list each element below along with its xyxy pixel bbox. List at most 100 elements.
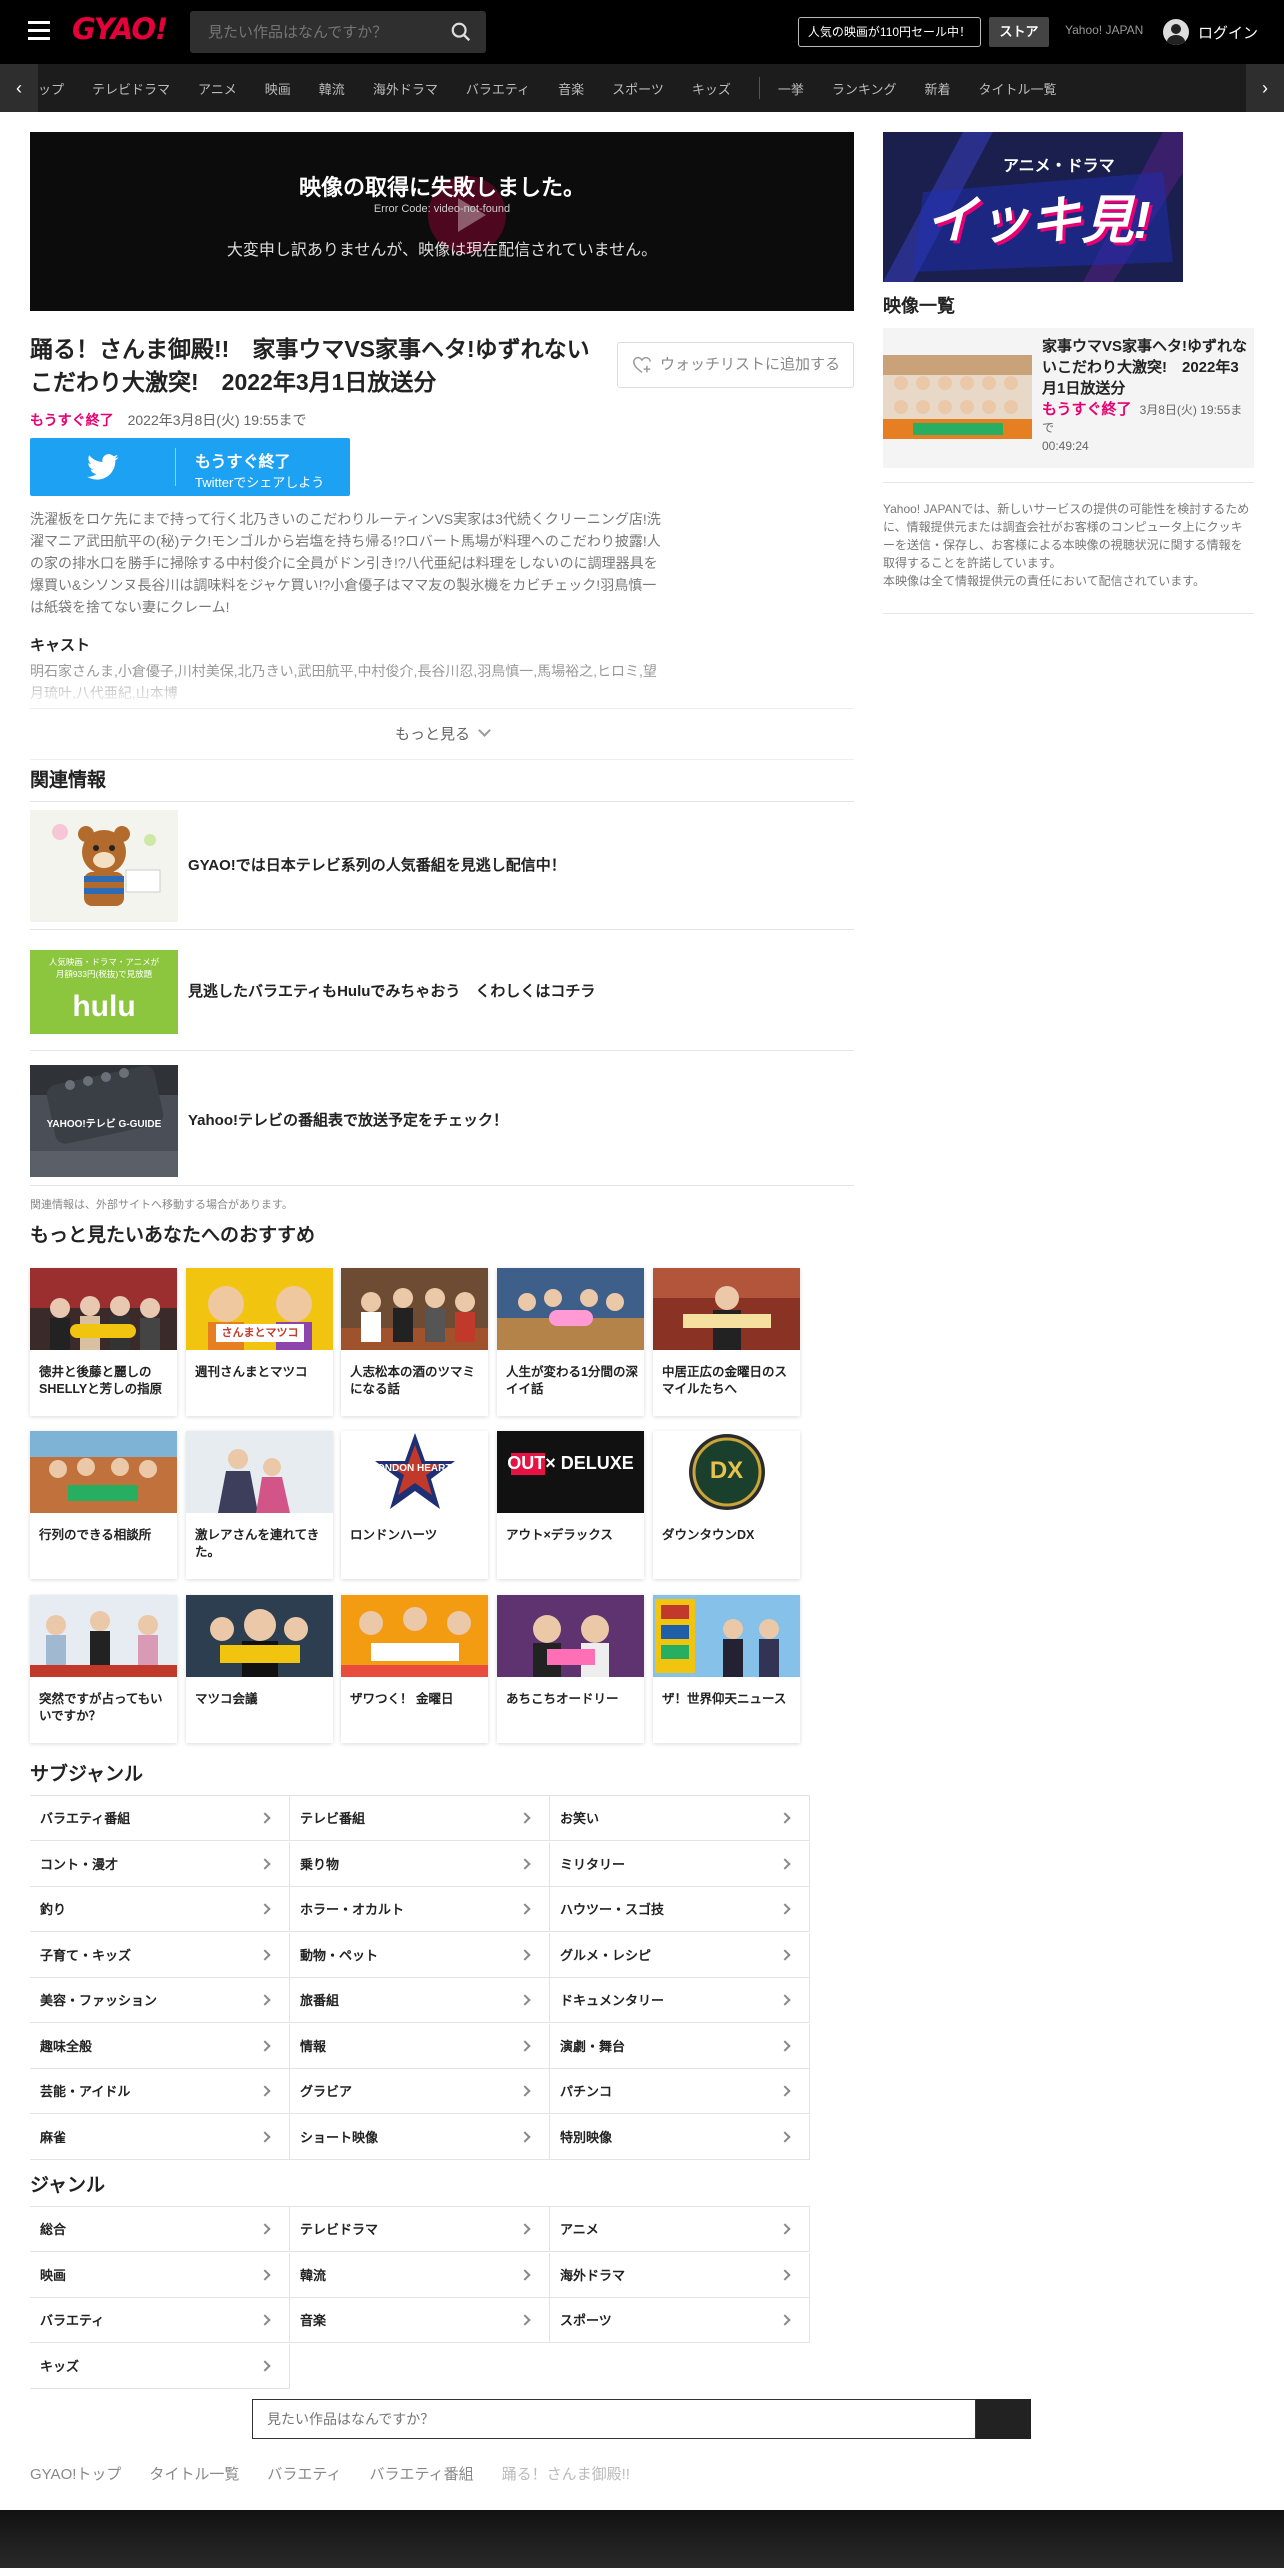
nav-item-korean[interactable]: 韓流: [319, 79, 345, 98]
nav-item-overseas-drama[interactable]: 海外ドラマ: [373, 79, 438, 98]
episode-availability: もうすぐ終了 2022年3月8日(火) 19:55まで: [30, 410, 307, 430]
related-item-yahoo-tv[interactable]: YAHOO!テレビ G-GUIDE Yahoo!テレビの番組表で放送予定をチェッ…: [30, 1065, 854, 1177]
subgenre-item[interactable]: テレビ番組: [290, 1796, 550, 1841]
nav-item-sports[interactable]: スポーツ: [612, 79, 664, 98]
nav-item-new[interactable]: 新着: [924, 79, 950, 98]
genre-item[interactable]: テレビドラマ: [290, 2207, 550, 2252]
nav-right-arrow[interactable]: ›: [1246, 64, 1284, 112]
search-icon[interactable]: [450, 21, 472, 43]
genre-item[interactable]: アニメ: [550, 2207, 810, 2252]
menu-icon[interactable]: [28, 21, 50, 41]
recommend-card[interactable]: 徳井と後藤と麗しのSHELLYと芳しの指原: [30, 1268, 177, 1416]
recommend-card[interactable]: 激レアさんを連れてきた。: [186, 1431, 333, 1579]
subgenre-item[interactable]: ショート映像: [290, 2114, 550, 2160]
related-divider: [30, 1185, 854, 1186]
genre-item[interactable]: 映画: [30, 2252, 290, 2298]
recommend-card[interactable]: さんまとマツコ 週刊さんまとマツコ: [186, 1268, 333, 1416]
subgenre-item[interactable]: 乗り物: [290, 1841, 550, 1887]
yahoo-japan-link[interactable]: Yahoo! JAPAN: [1065, 23, 1143, 37]
nav-item-music[interactable]: 音楽: [558, 79, 584, 98]
gyao-logo[interactable]: GYAO!: [72, 12, 168, 46]
genre-item[interactable]: バラエティ: [30, 2298, 290, 2343]
subgenre-item[interactable]: 動物・ペット: [290, 1932, 550, 1978]
show-more-button[interactable]: もっと見る: [30, 708, 854, 760]
breadcrumb-item[interactable]: バラエティ番組: [370, 2463, 474, 2484]
breadcrumb-item[interactable]: タイトル一覧: [149, 2463, 239, 2484]
nav-item-kids[interactable]: キッズ: [692, 79, 731, 98]
subgenre-item[interactable]: 趣味全般: [30, 2023, 290, 2069]
bottom-search-input[interactable]: [252, 2399, 976, 2439]
nav-item-anime[interactable]: アニメ: [198, 79, 237, 98]
twitter-share-button[interactable]: もうすぐ終了 Twitterでシェアしよう: [30, 438, 350, 496]
breadcrumb-item[interactable]: GYAO!トップ: [30, 2463, 121, 2484]
recommend-card[interactable]: 人志松本の酒のツマミになる話: [341, 1268, 488, 1416]
bottom-search-button[interactable]: [976, 2399, 1031, 2439]
subgenre-item[interactable]: コント・漫才: [30, 1841, 290, 1887]
related-link-text[interactable]: Yahoo!テレビの番組表で放送予定をチェック！: [188, 1065, 508, 1177]
recommend-card[interactable]: 人生が変わる1分間の深イイ話: [497, 1268, 644, 1416]
genre-item[interactable]: 海外ドラマ: [550, 2252, 810, 2298]
nav-item-variety[interactable]: バラエティ: [466, 79, 530, 98]
chevron-down-icon: [478, 724, 491, 737]
recommend-card[interactable]: OUT× DELUXE アウト×デラックス: [497, 1431, 644, 1579]
add-to-watchlist-button[interactable]: ウォッチリストに追加する: [617, 342, 854, 388]
subgenre-item[interactable]: 芸能・アイドル: [30, 2069, 290, 2114]
twitter-icon: [30, 438, 178, 496]
subgenre-item[interactable]: お笑い: [550, 1796, 810, 1841]
nav-item-binge[interactable]: 一挙: [778, 79, 804, 98]
subgenre-item[interactable]: グラビア: [290, 2069, 550, 2114]
nav-left-arrow[interactable]: ‹: [0, 64, 38, 112]
recommend-card[interactable]: 中居正広の金曜日のスマイルたちへ: [653, 1268, 800, 1416]
genre-item[interactable]: 音楽: [290, 2298, 550, 2343]
related-thumb-bear: [30, 810, 178, 922]
subgenre-item[interactable]: ホラー・オカルト: [290, 1887, 550, 1932]
recommend-card[interactable]: LONDON HEARTS ロンドンハーツ: [341, 1431, 488, 1579]
related-item-ntv[interactable]: GYAO!では日本テレビ系列の人気番組を見逃し配信中！: [30, 810, 854, 922]
sale-banner-button[interactable]: 人気の映画が110円セール中！: [798, 17, 981, 47]
related-link-text[interactable]: GYAO!では日本テレビ系列の人気番組を見逃し配信中！: [188, 810, 566, 922]
related-link-text[interactable]: 見逃したバラエティもHuluでみちゃおう くわしくはコチラ: [188, 942, 595, 1054]
chevron-right-icon: [779, 1857, 791, 1870]
subgenre-item[interactable]: パチンコ: [550, 2069, 810, 2114]
subgenre-item[interactable]: ミリタリー: [550, 1841, 810, 1887]
subgenre-item[interactable]: 麻雀: [30, 2114, 290, 2160]
ikkimi-banner[interactable]: アニメ・ドラマ イッキ見!: [883, 132, 1183, 282]
nav-item-drama[interactable]: テレビドラマ: [92, 79, 170, 98]
related-item-hulu[interactable]: 人気映画・ドラマ・アニメが 月額933円(税抜)で見放題 hulu 見逃したバラ…: [30, 942, 854, 1054]
search-input[interactable]: [190, 11, 440, 53]
subgenre-item[interactable]: グルメ・レシピ: [550, 1932, 810, 1978]
genre-item[interactable]: 総合: [30, 2207, 290, 2252]
breadcrumb-item[interactable]: バラエティ: [267, 2463, 341, 2484]
subgenre-item[interactable]: 子育て・キッズ: [30, 1932, 290, 1978]
subgenre-item[interactable]: 演劇・舞台: [550, 2023, 810, 2069]
subgenre-item[interactable]: バラエティ番組: [30, 1796, 290, 1841]
login-link[interactable]: ログイン: [1198, 22, 1258, 43]
genre-item[interactable]: 韓流: [290, 2252, 550, 2298]
subgenre-item[interactable]: 美容・ファッション: [30, 1978, 290, 2023]
video-player[interactable]: 映像の取得に失敗しました。 Error Code: video-not-foun…: [30, 132, 854, 311]
subgenre-item[interactable]: ハウツー・スゴ技: [550, 1887, 810, 1932]
recommend-card[interactable]: 突然ですが占ってもいいですか？: [30, 1595, 177, 1743]
genre-item[interactable]: キッズ: [30, 2343, 290, 2389]
subgenre-item[interactable]: 釣り: [30, 1887, 290, 1932]
recommend-card[interactable]: ザワつく！ 金曜日: [341, 1595, 488, 1743]
recommend-card[interactable]: 行列のできる相談所: [30, 1431, 177, 1579]
nav-item-title-list[interactable]: タイトル一覧: [979, 79, 1057, 98]
video-list-item[interactable]: 家事ウマVS家事ヘタ!ゆずれないこだわり大激突! 2022年3月1日放送分 もう…: [883, 328, 1254, 468]
user-icon[interactable]: [1163, 19, 1189, 45]
nav-item-ranking[interactable]: ランキング: [832, 79, 897, 98]
recommend-card[interactable]: あちこちオードリー: [497, 1595, 644, 1743]
recommend-card[interactable]: DX ダウンタウンDX: [653, 1431, 800, 1579]
subgenre-item[interactable]: 情報: [290, 2023, 550, 2069]
recommend-card[interactable]: ザ！世界仰天ニュース: [653, 1595, 800, 1743]
subgenre-item[interactable]: 旅番組: [290, 1978, 550, 2023]
genre-item-label: バラエティ: [40, 2313, 105, 2328]
nav-item-movie[interactable]: 映画: [265, 79, 291, 98]
genre-item[interactable]: スポーツ: [550, 2298, 810, 2343]
store-button[interactable]: ストア: [989, 17, 1049, 47]
subgenre-item[interactable]: 特別映像: [550, 2114, 810, 2160]
nav-item-top[interactable]: ップ: [38, 79, 64, 98]
subgenre-item[interactable]: ドキュメンタリー: [550, 1978, 810, 2023]
recommend-card[interactable]: マツコ会議: [186, 1595, 333, 1743]
recommend-title: 徳井と後藤と麗しのSHELLYと芳しの指原: [39, 1365, 163, 1396]
